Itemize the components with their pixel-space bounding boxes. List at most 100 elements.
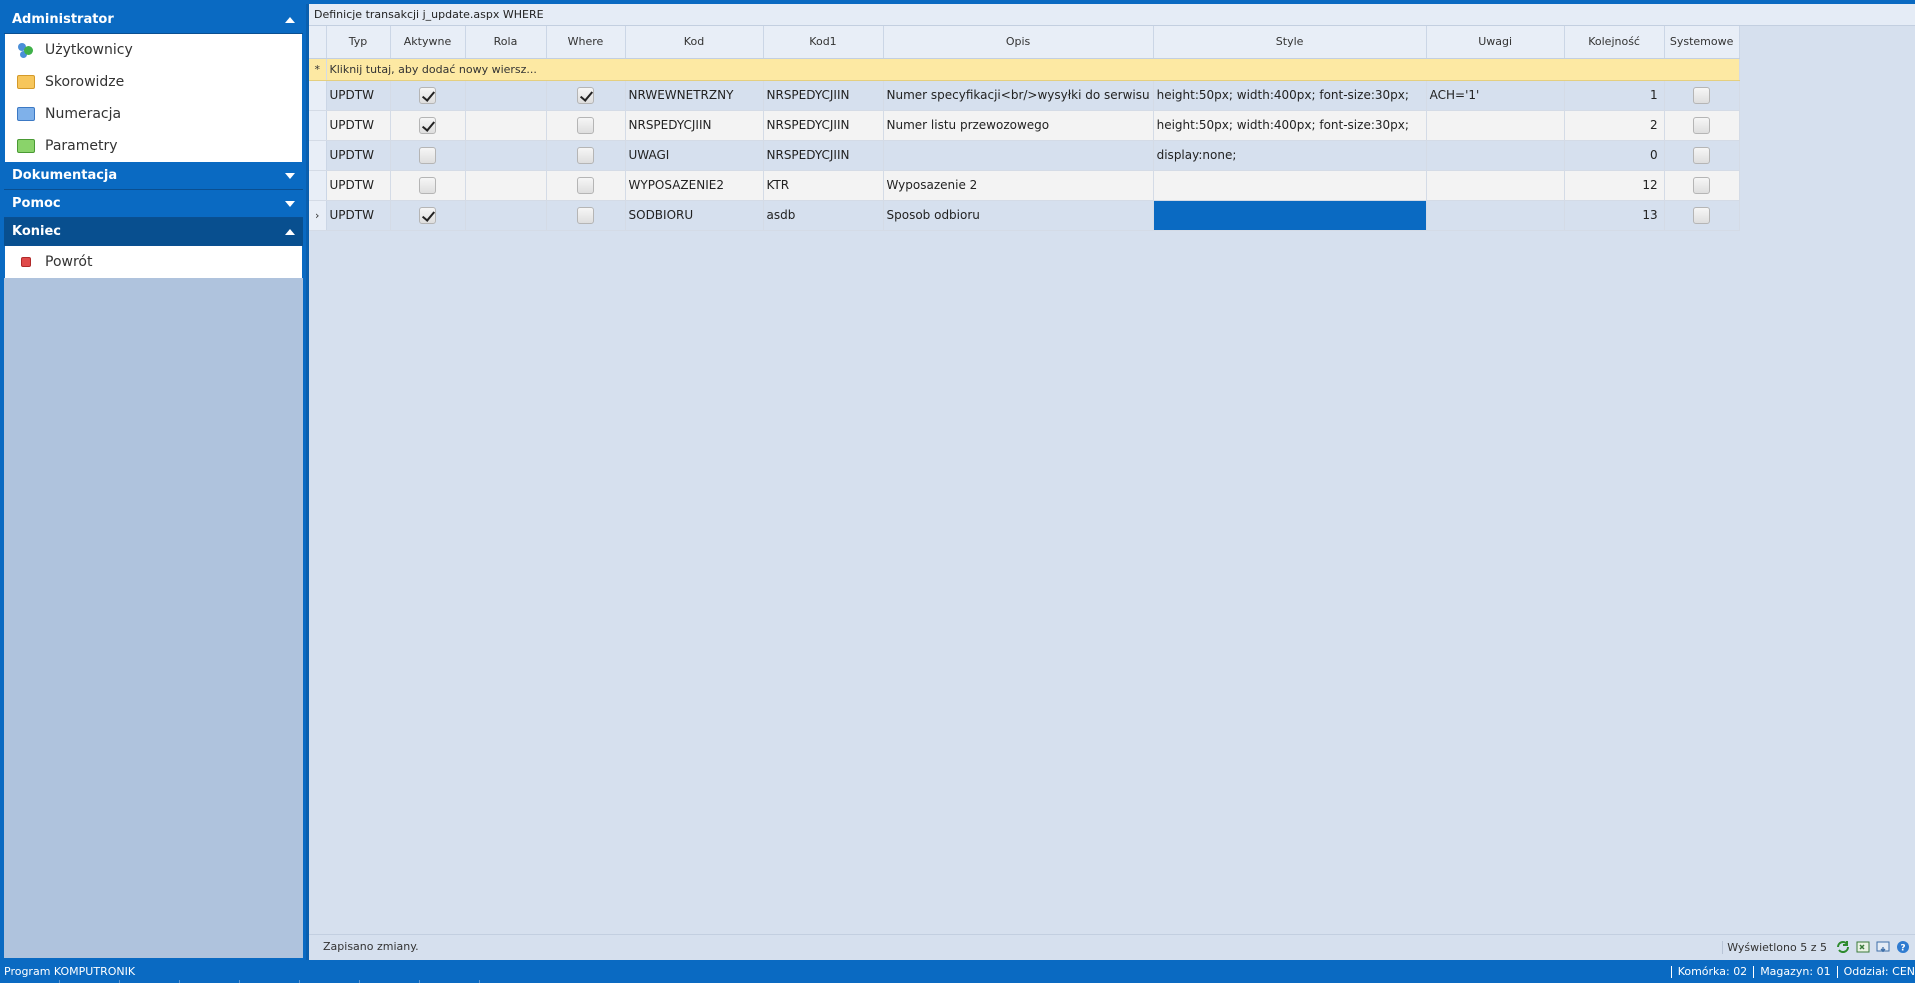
cell-style-selected[interactable]	[1153, 200, 1427, 231]
new-row[interactable]: * Kliknij tutaj, aby dodać nowy wiersz..…	[309, 58, 1740, 81]
table-row[interactable]: UPDTW WYPOSAZENIE2 KTR Wyposazenie 2 12	[309, 170, 1740, 201]
cell-kod1[interactable]: asdb	[763, 200, 884, 231]
column-header-kod[interactable]: Kod	[625, 26, 764, 59]
cell-uwagi[interactable]: ACH='1'	[1426, 80, 1565, 111]
cell-style[interactable]: height:50px; width:400px; font-size:30px…	[1153, 110, 1427, 141]
cell-systemowe[interactable]	[1664, 80, 1740, 111]
cell-rola[interactable]	[465, 140, 547, 171]
cell-rola[interactable]	[465, 170, 547, 201]
cell-uwagi[interactable]	[1426, 110, 1565, 141]
where-checkbox[interactable]	[577, 146, 594, 164]
cell-kod1[interactable]: NRSPEDYCJIIN	[763, 140, 884, 171]
column-header-kolejnosc[interactable]: Kolejność	[1564, 26, 1665, 59]
where-checkbox[interactable]	[577, 176, 594, 194]
row-indicator[interactable]	[309, 170, 327, 201]
cell-typ[interactable]: UPDTW	[326, 170, 391, 201]
section-header-dokumentacja[interactable]: Dokumentacja	[4, 162, 303, 190]
help-icon[interactable]: ?	[1895, 939, 1911, 955]
cell-opis[interactable]: Numer specyfikacji<br/>wysyłki do serwis…	[883, 80, 1154, 111]
cell-where[interactable]	[546, 170, 626, 201]
cell-aktywne[interactable]	[390, 110, 466, 141]
cell-aktywne[interactable]	[390, 170, 466, 201]
column-header-rola[interactable]: Rola	[465, 26, 547, 59]
cell-aktywne[interactable]	[390, 140, 466, 171]
column-header-kod1[interactable]: Kod1	[763, 26, 884, 59]
column-header-uwagi[interactable]: Uwagi	[1426, 26, 1565, 59]
cell-systemowe[interactable]	[1664, 170, 1740, 201]
row-indicator[interactable]	[309, 140, 327, 171]
sidebar-item-skorowidze[interactable]: Skorowidze	[5, 66, 302, 98]
cell-kolejnosc[interactable]: 2	[1564, 110, 1665, 141]
cell-style[interactable]	[1153, 170, 1427, 201]
sidebar-item-numeracja[interactable]: Numeracja	[5, 98, 302, 130]
cell-typ[interactable]: UPDTW	[326, 80, 391, 111]
systemowe-checkbox[interactable]	[1693, 176, 1711, 194]
cell-systemowe[interactable]	[1664, 140, 1740, 171]
cell-aktywne[interactable]	[390, 200, 466, 231]
cell-kod1[interactable]: KTR	[763, 170, 884, 201]
column-header-systemowe[interactable]: Systemowe	[1664, 26, 1740, 59]
cell-kod[interactable]: UWAGI	[625, 140, 764, 171]
cell-uwagi[interactable]	[1426, 140, 1565, 171]
cell-uwagi[interactable]	[1426, 200, 1565, 231]
where-checkbox[interactable]	[577, 206, 594, 224]
section-header-administrator[interactable]: Administrator	[4, 6, 303, 34]
export-icon[interactable]	[1875, 939, 1891, 955]
aktywne-checkbox[interactable]	[419, 146, 436, 164]
cell-typ[interactable]: UPDTW	[326, 200, 391, 231]
aktywne-checkbox[interactable]	[419, 86, 436, 104]
where-checkbox[interactable]	[577, 86, 594, 104]
systemowe-checkbox[interactable]	[1693, 206, 1711, 224]
row-indicator[interactable]	[309, 80, 327, 111]
sidebar-item-uzytkownicy[interactable]: Użytkownicy	[5, 34, 302, 66]
table-row[interactable]: UPDTW UWAGI NRSPEDYCJIIN display:none; 0	[309, 140, 1740, 171]
cell-kod1[interactable]: NRSPEDYCJIIN	[763, 110, 884, 141]
cell-where[interactable]	[546, 110, 626, 141]
cell-kolejnosc[interactable]: 12	[1564, 170, 1665, 201]
cell-typ[interactable]: UPDTW	[326, 110, 391, 141]
cell-where[interactable]	[546, 140, 626, 171]
refresh-icon[interactable]	[1835, 939, 1851, 955]
column-header-aktywne[interactable]: Aktywne	[390, 26, 466, 59]
cell-opis[interactable]: Numer listu przewozowego	[883, 110, 1154, 141]
cell-kolejnosc[interactable]: 0	[1564, 140, 1665, 171]
cell-where[interactable]	[546, 200, 626, 231]
cell-typ[interactable]: UPDTW	[326, 140, 391, 171]
cell-kod[interactable]: WYPOSAZENIE2	[625, 170, 764, 201]
cell-kolejnosc[interactable]: 13	[1564, 200, 1665, 231]
cell-kod[interactable]: NRWEWNETRZNY	[625, 80, 764, 111]
cell-style[interactable]: display:none;	[1153, 140, 1427, 171]
column-header-opis[interactable]: Opis	[883, 26, 1154, 59]
cell-kolejnosc[interactable]: 1	[1564, 80, 1665, 111]
cell-style[interactable]: height:50px; width:400px; font-size:30px…	[1153, 80, 1427, 111]
systemowe-checkbox[interactable]	[1693, 86, 1711, 104]
current-row-indicator[interactable]: ›	[309, 200, 327, 231]
sidebar-item-parametry[interactable]: Parametry	[5, 130, 302, 162]
cell-rola[interactable]	[465, 80, 547, 111]
cell-opis[interactable]: Wyposazenie 2	[883, 170, 1154, 201]
row-indicator[interactable]	[309, 110, 327, 141]
cell-rola[interactable]	[465, 200, 547, 231]
cell-kod[interactable]: NRSPEDYCJIIN	[625, 110, 764, 141]
cell-uwagi[interactable]	[1426, 170, 1565, 201]
table-row[interactable]: UPDTW NRWEWNETRZNY NRSPEDYCJIIN Numer sp…	[309, 80, 1740, 111]
systemowe-checkbox[interactable]	[1693, 116, 1711, 134]
cell-systemowe[interactable]	[1664, 200, 1740, 231]
aktywne-checkbox[interactable]	[419, 176, 436, 194]
section-header-pomoc[interactable]: Pomoc	[4, 190, 303, 218]
cell-rola[interactable]	[465, 110, 547, 141]
cell-aktywne[interactable]	[390, 80, 466, 111]
column-header-typ[interactable]: Typ	[326, 26, 391, 59]
section-header-koniec[interactable]: Koniec	[4, 218, 303, 246]
cell-kod[interactable]: SODBIORU	[625, 200, 764, 231]
aktywne-checkbox[interactable]	[419, 116, 436, 134]
cell-where[interactable]	[546, 80, 626, 111]
cell-systemowe[interactable]	[1664, 110, 1740, 141]
table-row[interactable]: UPDTW NRSPEDYCJIIN NRSPEDYCJIIN Numer li…	[309, 110, 1740, 141]
systemowe-checkbox[interactable]	[1693, 146, 1711, 164]
cell-kod1[interactable]: NRSPEDYCJIIN	[763, 80, 884, 111]
export-excel-icon[interactable]	[1855, 939, 1871, 955]
table-row-current[interactable]: › UPDTW SODBIORU asdb Sposob odbioru 13	[309, 200, 1740, 231]
cell-opis[interactable]: Sposob odbioru	[883, 200, 1154, 231]
new-row-prompt[interactable]: Kliknij tutaj, aby dodać nowy wiersz...	[326, 58, 1740, 81]
